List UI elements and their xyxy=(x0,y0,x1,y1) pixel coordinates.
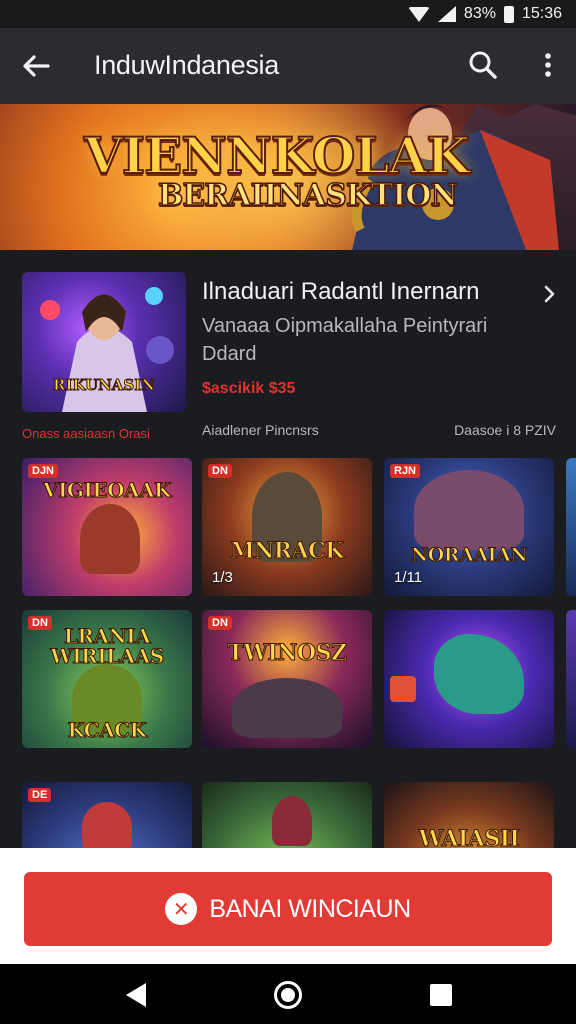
game-tile[interactable]: DN MNRACK 1/3 xyxy=(202,458,372,596)
wifi-icon xyxy=(407,6,430,22)
game-tile[interactable]: DE xyxy=(22,782,192,848)
tile-character-art xyxy=(82,802,132,848)
game-tile[interactable]: DN TWINOSZ xyxy=(202,610,372,748)
game-grid: DJN VIGIEOAAK DN MNRACK 1/3 RJN NORAAIAN… xyxy=(22,458,576,848)
status-bar: 83% 15:36 xyxy=(0,0,576,28)
featured-thumb-caption: RIKUNASIN xyxy=(53,376,156,395)
tile-action-icon[interactable] xyxy=(390,676,416,702)
bottom-action-panel: ✕ BANAI WINCIAUN xyxy=(0,848,576,964)
tile-title: TWINOSZ xyxy=(227,640,348,667)
back-button[interactable] xyxy=(16,48,56,84)
game-tile[interactable] xyxy=(202,782,372,848)
arrow-left-icon xyxy=(23,55,50,77)
tile-title: NORAAIAN xyxy=(410,544,528,567)
game-tile[interactable]: DN LRANIA WIRILAAS KCACK xyxy=(22,610,192,748)
hero-subtitle: BERAIINASKTION xyxy=(157,177,458,214)
tile-count: 1/3 xyxy=(212,569,233,586)
meta-left-label[interactable]: Onass aasiaasn Orasi xyxy=(22,426,150,441)
tile-title: MNRACK xyxy=(230,538,345,565)
tile-count: 1/11 xyxy=(394,569,423,586)
tile-badge: DE xyxy=(28,788,52,802)
featured-game-card[interactable]: RIKUNASIN Ilnaduari Radantl Inernarn Van… xyxy=(22,272,562,417)
tile-badge: DN xyxy=(208,616,232,630)
featured-thumbnail[interactable]: RIKUNASIN xyxy=(22,272,186,412)
featured-description: Vanaaa Oipmakallaha Peintyrari Ddard xyxy=(202,315,488,365)
meta-middle-label: Aiadlener Pincnsrs xyxy=(202,422,319,438)
primary-action-button[interactable]: ✕ BANAI WINCIAUN xyxy=(24,872,552,946)
game-tile[interactable] xyxy=(384,610,554,748)
tile-character-art xyxy=(272,796,312,846)
featured-title[interactable]: Ilnaduari Radantl Inernarn xyxy=(202,278,480,306)
tile-character-art xyxy=(434,634,524,714)
game-tile-partial[interactable] xyxy=(566,610,576,748)
battery-icon xyxy=(503,5,514,23)
tile-character-art xyxy=(232,678,342,738)
tile-title: WAIASII xyxy=(418,826,520,849)
battery-percent: 83% xyxy=(463,5,496,22)
game-tile[interactable]: DJN VIGIEOAAK xyxy=(22,458,192,596)
nav-home-icon[interactable] xyxy=(274,981,302,1009)
more-vert-icon xyxy=(545,53,551,77)
tile-badge: DJN xyxy=(28,464,59,478)
tile-badge: DN xyxy=(208,464,232,478)
signal-icon xyxy=(437,6,456,22)
featured-meta-row: Onass aasiaasn Orasi Aiadlener Pincnsrs … xyxy=(22,422,556,442)
more-options-button[interactable] xyxy=(536,46,560,84)
close-circle-icon: ✕ xyxy=(165,893,198,925)
tile-badge: RJN xyxy=(390,464,421,478)
tile-character-art xyxy=(80,504,140,574)
primary-action-label: BANAI WINCIAUN xyxy=(209,894,411,923)
featured-price: $ascikik $35 xyxy=(202,380,296,397)
status-icons: 83% 15:36 xyxy=(407,4,562,24)
search-icon xyxy=(469,51,497,79)
app-bar: InduwIndanesia xyxy=(0,28,576,104)
page-title: InduwIndanesia xyxy=(94,50,279,80)
meta-sort-dropdown[interactable]: Daasoe i 8 PZIV xyxy=(454,422,556,438)
tile-character-art xyxy=(414,470,524,550)
system-nav-bar xyxy=(0,964,576,1024)
search-button[interactable] xyxy=(464,46,502,84)
clock: 15:36 xyxy=(521,5,562,22)
game-tile-partial[interactable] xyxy=(566,458,576,596)
nav-back-icon[interactable] xyxy=(126,983,146,1007)
chevron-right-icon[interactable] xyxy=(538,282,562,306)
nav-recents-icon[interactable] xyxy=(430,984,452,1006)
game-tile[interactable]: WAIASII xyxy=(384,782,554,848)
game-tile[interactable]: RJN NORAAIAN 1/11 xyxy=(384,458,554,596)
hero-title: VIENNKOLAK xyxy=(83,125,471,186)
tile-title: LRANIA WIRILAAS xyxy=(50,624,165,668)
tile-subtitle: KCACK xyxy=(67,718,148,743)
hero-banner[interactable]: VIENNKOLAK BERAIINASKTION xyxy=(0,104,576,250)
tile-title: VIGIEOAAK xyxy=(43,478,172,503)
